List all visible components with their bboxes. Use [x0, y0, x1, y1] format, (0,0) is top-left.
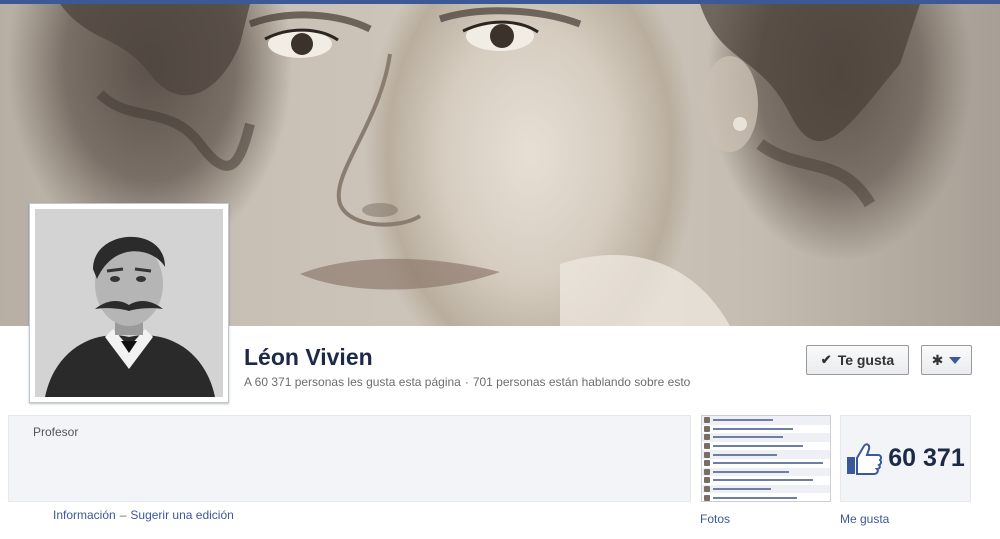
- link-separator: –: [119, 508, 127, 522]
- about-links: Información – Sugerir una edición: [53, 508, 234, 522]
- like-button[interactable]: ✔ Te gusta: [806, 345, 909, 375]
- like-button-label: Te gusta: [837, 352, 895, 368]
- about-section: Profesor: [8, 415, 691, 502]
- settings-menu-button[interactable]: ✱: [921, 345, 972, 375]
- profile-portrait-drawing: [35, 209, 223, 397]
- thumbs-up-icon: [847, 442, 883, 475]
- check-icon: ✔: [820, 352, 832, 367]
- page-title: Léon Vivien: [244, 344, 373, 370]
- talking-about-summary[interactable]: 701 personas están hablando sobre esto: [473, 375, 691, 389]
- gear-icon: ✱: [931, 351, 944, 368]
- photos-tile[interactable]: [701, 415, 831, 502]
- likes-count: 60 371: [888, 444, 965, 472]
- likes-link[interactable]: Me gusta: [840, 512, 889, 526]
- chevron-down-icon: [949, 356, 962, 364]
- likes-tile[interactable]: 60 371: [840, 415, 971, 502]
- profile-photo: [35, 209, 223, 397]
- page-stats: A 60 371 personas les gusta esta página ·…: [244, 375, 690, 389]
- page-category: Profesor: [33, 425, 79, 439]
- profile-picture[interactable]: [29, 203, 229, 403]
- suggest-edit-link[interactable]: Sugerir una edición: [130, 508, 233, 522]
- info-link[interactable]: Información: [53, 508, 116, 522]
- likes-summary[interactable]: A 60 371 personas les gusta esta página: [244, 375, 461, 389]
- photos-link[interactable]: Fotos: [700, 512, 730, 526]
- separator-dot: ·: [464, 375, 469, 389]
